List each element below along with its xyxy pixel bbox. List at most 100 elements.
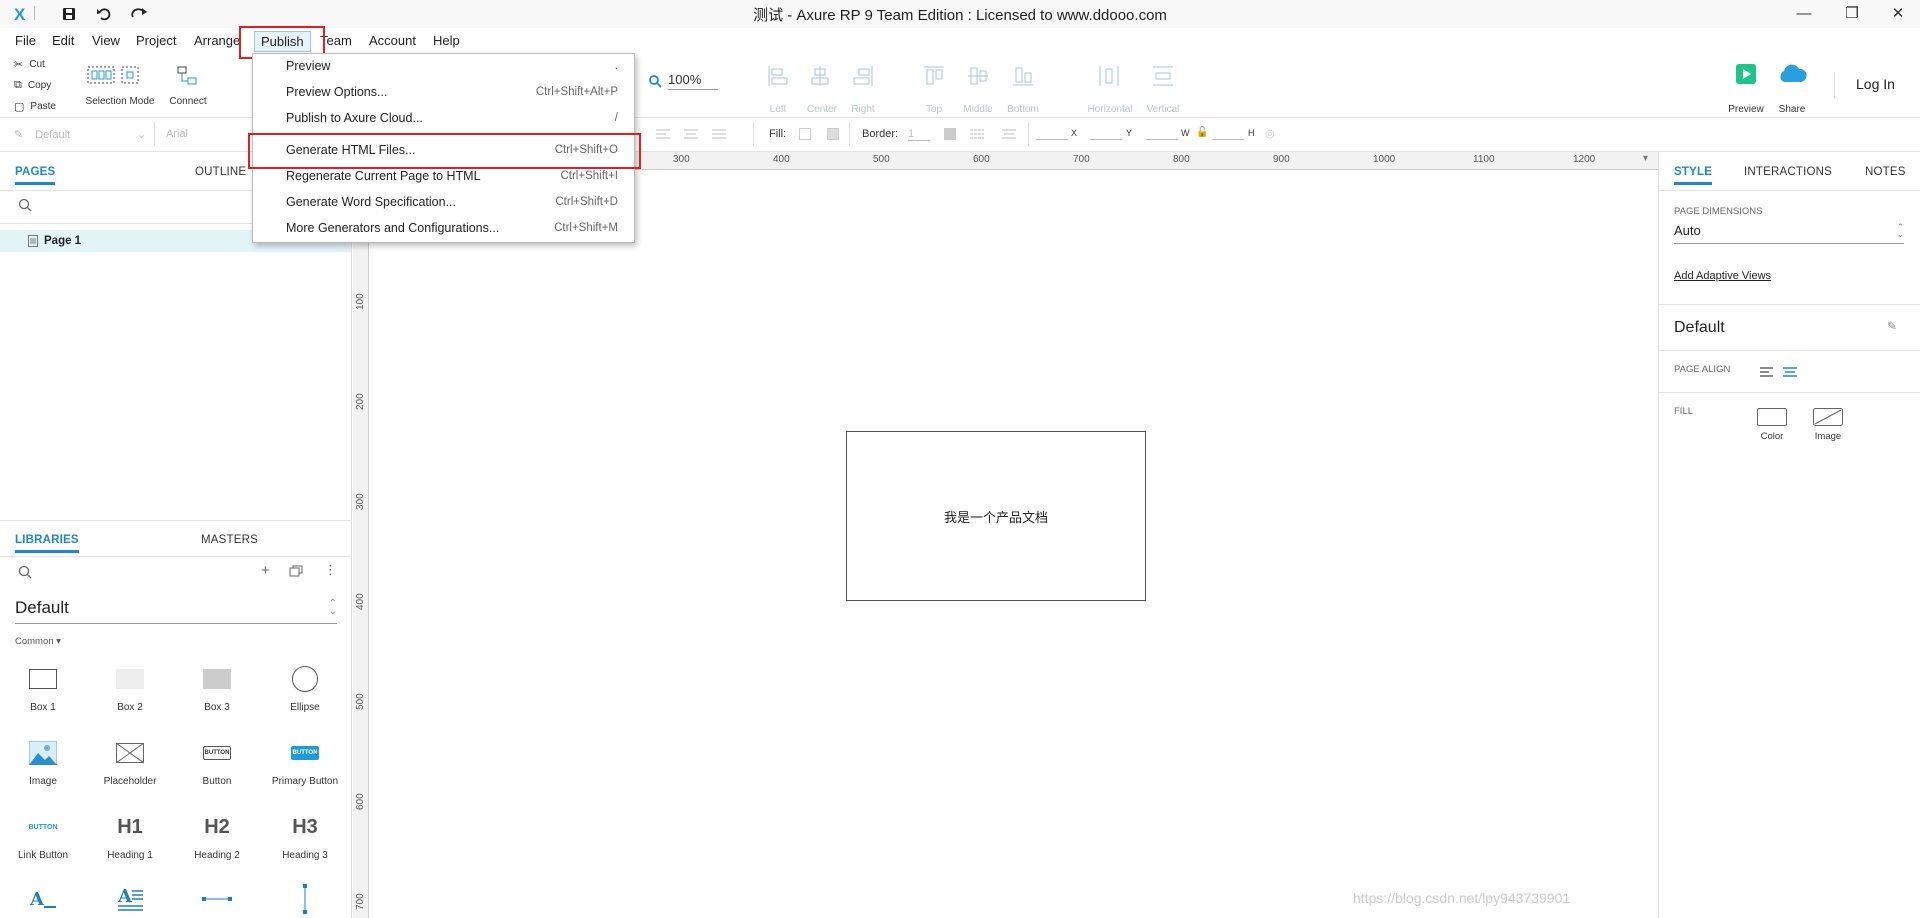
x-input[interactable] <box>1036 128 1068 140</box>
fill-image-button[interactable]: Image <box>1813 408 1843 442</box>
distribute-vertical-button[interactable]: Vertical <box>1138 64 1188 115</box>
watermark: https://blog.csdn.net/lpy943739901 <box>1353 890 1571 906</box>
widget-heading3[interactable]: H3 Heading 3 <box>265 810 345 862</box>
distribute-horizontal-button[interactable]: Horizontal <box>1085 64 1135 115</box>
widget-box2[interactable]: Box 2 <box>90 662 170 713</box>
paste-button[interactable]: ▢ Paste <box>14 100 56 113</box>
widget-label[interactable]: A <box>3 882 83 916</box>
h-input[interactable] <box>1212 128 1244 140</box>
tab-outline[interactable]: OUTLINE <box>195 166 246 178</box>
style-dropdown[interactable]: ✎ Default ⌄ <box>14 128 146 142</box>
visibility-icon[interactable]: ◎ <box>1265 127 1275 140</box>
tab-interactions[interactable]: INTERACTIONS <box>1744 166 1832 178</box>
fill-color-button[interactable]: Color <box>1757 408 1787 442</box>
library-search-icon[interactable] <box>18 565 32 579</box>
widget-placeholder[interactable]: Placeholder <box>90 736 170 787</box>
border-color-swatch[interactable] <box>944 128 956 140</box>
tab-masters[interactable]: MASTERS <box>201 534 258 546</box>
canvas-box-widget[interactable]: 我是一个产品文档 <box>846 431 1146 601</box>
edit-style-icon[interactable]: ✎ <box>1887 319 1897 333</box>
lock-icon[interactable]: 🔓 <box>1196 127 1208 138</box>
widget-image[interactable]: Image <box>3 736 83 787</box>
page-dimensions-dropdown[interactable]: Auto ⌃ ⌄ <box>1674 222 1904 244</box>
widget-link-button[interactable]: BUTTON Link Button <box>3 810 83 862</box>
menu-help[interactable]: Help <box>433 30 460 52</box>
widget-paragraph[interactable]: A <box>90 882 170 916</box>
design-canvas[interactable]: 300 400 500 600 700 800 900 1000 1100 12… <box>353 152 1658 918</box>
menu-account[interactable]: Account <box>369 30 416 52</box>
border-style-icons[interactable] <box>970 127 1020 141</box>
align-top-button[interactable]: Top <box>914 64 954 115</box>
vertical-line-icon <box>265 882 345 916</box>
search-icon[interactable] <box>18 198 32 212</box>
widget-horizontal-line[interactable] <box>177 882 257 916</box>
menu-edit[interactable]: Edit <box>52 30 74 52</box>
menu-view[interactable]: View <box>92 30 120 52</box>
minimize-button[interactable]: — <box>1782 0 1826 28</box>
zoom-control[interactable]: 100% <box>648 72 718 90</box>
menu-item-regenerate-page[interactable]: Regenerate Current Page to HTML Ctrl+Shi… <box>253 166 634 188</box>
tab-notes[interactable]: NOTES <box>1865 166 1906 178</box>
menu-arrange[interactable]: Arrange <box>194 30 240 52</box>
y-input[interactable] <box>1090 128 1122 140</box>
menu-project[interactable]: Project <box>136 30 176 52</box>
tab-style[interactable]: STYLE <box>1674 166 1713 185</box>
widget-heading1[interactable]: H1 Heading 1 <box>90 810 170 862</box>
widget-box1[interactable]: Box 1 <box>3 662 83 713</box>
menu-item-preview-options[interactable]: Preview Options... Ctrl+Shift+Alt+P <box>253 82 634 104</box>
selection-mode-button[interactable]: Selection Mode <box>84 54 154 114</box>
close-button[interactable]: ✕ <box>1876 0 1920 28</box>
generate-html-highlight-box <box>248 133 641 169</box>
align-center-page-icon[interactable] <box>1783 366 1797 378</box>
left-pane: PAGES OUTLINE Page 1 LIBRARIES MASTERS +… <box>0 152 352 918</box>
category-toggle[interactable]: Common ▾ <box>15 636 61 647</box>
align-center-button[interactable]: Center <box>800 64 840 115</box>
widget-ellipse[interactable]: Ellipse <box>265 662 345 713</box>
tab-libraries[interactable]: LIBRARIES <box>15 534 79 553</box>
library-dropdown[interactable]: Default ⌃ ⌄ <box>15 598 337 624</box>
menu-item-preview[interactable]: Preview . <box>253 56 634 78</box>
connect-button[interactable]: Connect <box>166 54 210 114</box>
widget-button[interactable]: BUTTON Button <box>177 736 257 787</box>
text-align-icons[interactable] <box>656 127 746 141</box>
copy-button[interactable]: ⧉ Copy <box>14 79 51 92</box>
selection-mode-icon <box>86 66 146 84</box>
menu-item-publish-cloud[interactable]: Publish to Axure Cloud... / <box>253 108 634 130</box>
align-bottom-button[interactable]: Bottom <box>1003 64 1043 115</box>
add-adaptive-views-link[interactable]: Add Adaptive Views <box>1674 270 1771 282</box>
widget-heading2[interactable]: H2 Heading 2 <box>177 810 257 862</box>
align-right-button[interactable]: Right <box>843 64 883 115</box>
font-dropdown[interactable]: Arial <box>166 128 188 140</box>
more-options-icon[interactable]: ⋮ <box>324 562 337 578</box>
widget-primary-button[interactable]: BUTTON Primary Button <box>265 736 345 787</box>
button-icon: BUTTON <box>177 736 257 770</box>
restore-button[interactable]: ❐ <box>1830 0 1874 28</box>
menu-item-more-generators[interactable]: More Generators and Configurations... Ct… <box>253 218 634 240</box>
login-button[interactable]: Log In <box>1856 76 1895 92</box>
w-input[interactable] <box>1146 128 1178 140</box>
cut-button[interactable]: ✂ Cut <box>14 58 45 71</box>
add-library-icon[interactable]: + <box>261 562 270 579</box>
paragraph-icon: A <box>90 882 170 916</box>
fill-image-swatch[interactable] <box>827 128 839 140</box>
border-width-input[interactable]: 1 <box>908 128 930 141</box>
ruler-menu-icon[interactable]: ▾ <box>1643 153 1648 164</box>
library-options-icon[interactable] <box>289 565 303 577</box>
align-left-page-icon[interactable] <box>1760 366 1774 378</box>
divider <box>0 556 352 557</box>
tab-pages[interactable]: PAGES <box>15 166 56 185</box>
divider <box>1659 304 1920 305</box>
fill-color-swatch[interactable] <box>799 128 811 140</box>
align-left-button[interactable]: Left <box>760 64 800 115</box>
divider <box>1834 72 1835 98</box>
share-button[interactable]: Share <box>1774 64 1810 115</box>
preview-button[interactable]: Preview <box>1728 64 1764 115</box>
color-swatch-icon <box>1757 408 1787 426</box>
widget-vertical-line[interactable] <box>265 882 345 916</box>
menu-file[interactable]: File <box>15 30 36 52</box>
widget-box3[interactable]: Box 3 <box>177 662 257 713</box>
distribute-vertical-icon <box>1151 64 1188 88</box>
connect-icon <box>176 66 200 86</box>
align-middle-button[interactable]: Middle <box>958 64 998 115</box>
menu-item-word-spec[interactable]: Generate Word Specification... Ctrl+Shif… <box>253 192 634 214</box>
